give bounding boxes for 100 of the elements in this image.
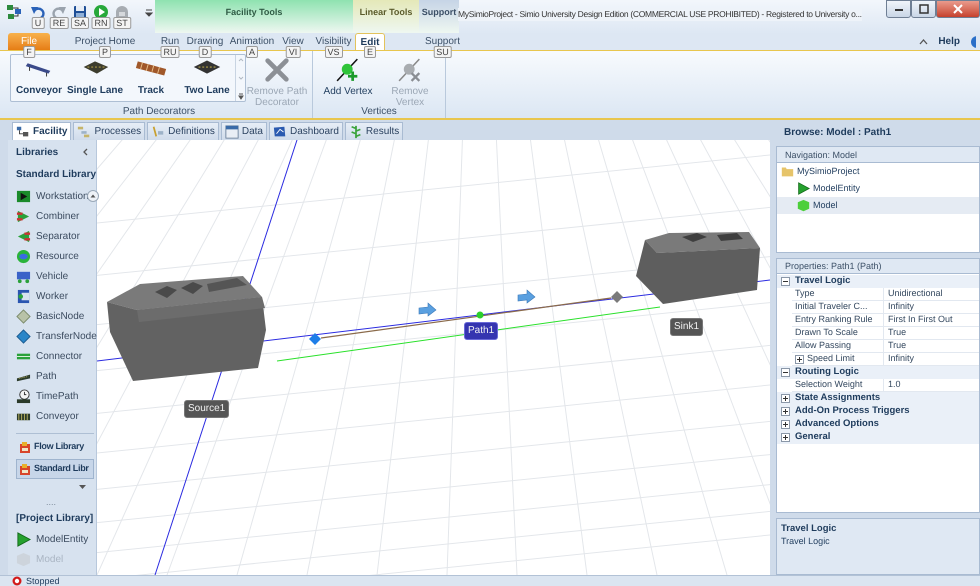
key-tip: RU <box>160 46 180 58</box>
tree-item[interactable]: ModelEntity <box>777 180 979 197</box>
stop-icon[interactable] <box>114 4 130 20</box>
close-button[interactable] <box>936 0 980 18</box>
direction-arrow <box>418 302 436 317</box>
tree-item[interactable]: MySimioProject <box>777 163 979 180</box>
library-button[interactable]: Flow Library <box>16 437 94 457</box>
library-item[interactable]: Combiner <box>36 208 80 224</box>
maximize-button[interactable] <box>911 0 936 18</box>
document-tab[interactable]: Facility <box>12 122 72 140</box>
undo-icon[interactable] <box>30 4 46 20</box>
library-item[interactable]: Separator <box>36 228 80 244</box>
panel-header: Properties: Path1 (Path) <box>777 259 979 274</box>
property-value[interactable]: First In First Out <box>888 313 953 327</box>
data-icon <box>224 124 239 138</box>
collapse-icon[interactable] <box>82 148 90 156</box>
property-value[interactable]: Infinity <box>888 300 914 314</box>
facility-icon <box>16 124 30 138</box>
expand-icon[interactable] <box>781 407 790 416</box>
app-icon <box>6 4 22 20</box>
clock-icon <box>16 388 31 404</box>
scroll-up-icon[interactable] <box>87 190 99 202</box>
property-value[interactable]: True <box>888 326 906 340</box>
collapse-icon[interactable] <box>781 277 790 286</box>
property-name: Type <box>795 287 815 300</box>
panel-header: Navigation: Model <box>777 147 979 163</box>
restore-icon <box>918 3 930 15</box>
library-item[interactable]: ModelEntity <box>36 532 88 546</box>
collapse-icon[interactable] <box>781 368 790 377</box>
library-item[interactable]: Resource <box>36 248 79 264</box>
gallery-item[interactable]: Conveyor <box>11 55 67 101</box>
expand-icon[interactable] <box>781 394 790 403</box>
property-value[interactable]: Infinity <box>888 352 914 366</box>
gallery-item[interactable]: Single Lane <box>67 55 123 101</box>
dropdown-icon[interactable] <box>79 484 86 490</box>
path-drawing[interactable] <box>320 297 612 339</box>
document-tab[interactable]: Results <box>344 122 404 140</box>
library-item[interactable]: Vehicle <box>36 268 68 284</box>
tree-item[interactable]: Model <box>777 197 979 214</box>
library-item[interactable]: TransferNode <box>36 328 97 344</box>
panel-title: Browse: Model : Path1 <box>783 126 892 140</box>
key-tip: VI <box>286 46 300 58</box>
help-button[interactable]: Help <box>938 34 960 49</box>
library-item[interactable]: BasicNode <box>36 308 84 324</box>
description-title: Travel Logic <box>781 523 838 535</box>
library-heading: [Project Library] <box>16 512 94 526</box>
save-icon[interactable] <box>72 4 88 20</box>
definitions-icon <box>151 124 166 138</box>
library-item[interactable]: Connector <box>36 348 82 364</box>
minimize-button[interactable] <box>886 0 911 18</box>
workstation-icon <box>16 188 31 204</box>
property-name: Selection Weight <box>795 378 862 392</box>
node-marker[interactable] <box>611 291 623 303</box>
key-tip: A <box>246 46 258 58</box>
machine-drawing[interactable] <box>636 232 760 304</box>
property-value[interactable]: Unidirectional <box>888 287 943 301</box>
object-label[interactable]: Sink1 <box>670 318 704 336</box>
separator-icon <box>16 228 31 244</box>
gallery-item[interactable]: Track <box>123 55 179 101</box>
expand-icon[interactable] <box>795 354 804 364</box>
machine-drawing[interactable] <box>107 276 266 381</box>
context-group-label: Support <box>422 6 456 19</box>
close-icon <box>952 3 964 15</box>
worker-icon <box>16 288 31 304</box>
property-value[interactable]: True <box>888 339 906 353</box>
group-label: Vertices <box>360 106 398 118</box>
key-tip: P <box>99 46 111 58</box>
direction-arrow <box>518 289 536 304</box>
key-tip: U <box>32 17 44 29</box>
redo-icon[interactable] <box>51 4 67 20</box>
library-icon <box>19 440 31 454</box>
document-tab[interactable]: Data <box>220 122 267 140</box>
library-item[interactable]: Conveyor <box>36 408 79 424</box>
property-name: Entry Ranking Rule <box>795 313 873 326</box>
customize-icon[interactable] <box>145 7 153 17</box>
expand-icon[interactable] <box>781 420 790 429</box>
library-item[interactable]: Worker <box>36 288 68 304</box>
property-name: Allow Passing <box>795 339 852 352</box>
diamond-icon <box>16 328 31 344</box>
library-item[interactable]: TimePath <box>36 388 78 404</box>
more-indicator: .... <box>45 496 58 509</box>
expand-icon[interactable] <box>781 433 790 442</box>
node-marker[interactable] <box>309 333 321 345</box>
document-tab[interactable]: Dashboard <box>268 122 343 140</box>
library-button[interactable]: Standard Libr <box>16 459 94 479</box>
results-icon <box>348 124 363 138</box>
gallery-item[interactable]: Two Lane <box>179 55 235 101</box>
more-icon[interactable] <box>236 91 246 101</box>
canvas[interactable]: Source1 Path1 Sink1 <box>97 140 770 575</box>
object-label[interactable]: Path1 <box>464 322 498 340</box>
diamond-icon <box>16 308 31 324</box>
ribbon-tab[interactable]: Edit <box>355 33 385 50</box>
library-item[interactable]: Workstation <box>36 188 89 204</box>
collapse-ribbon-icon[interactable] <box>919 37 928 46</box>
document-tab[interactable]: Definitions <box>147 122 219 140</box>
object-label[interactable]: Source1 <box>184 400 230 418</box>
property-value[interactable]: 1.0 <box>888 378 901 392</box>
property-name: Initial Traveler C... <box>795 300 868 314</box>
library-item[interactable]: Path <box>36 368 57 384</box>
document-tab[interactable]: Processes <box>73 122 146 140</box>
